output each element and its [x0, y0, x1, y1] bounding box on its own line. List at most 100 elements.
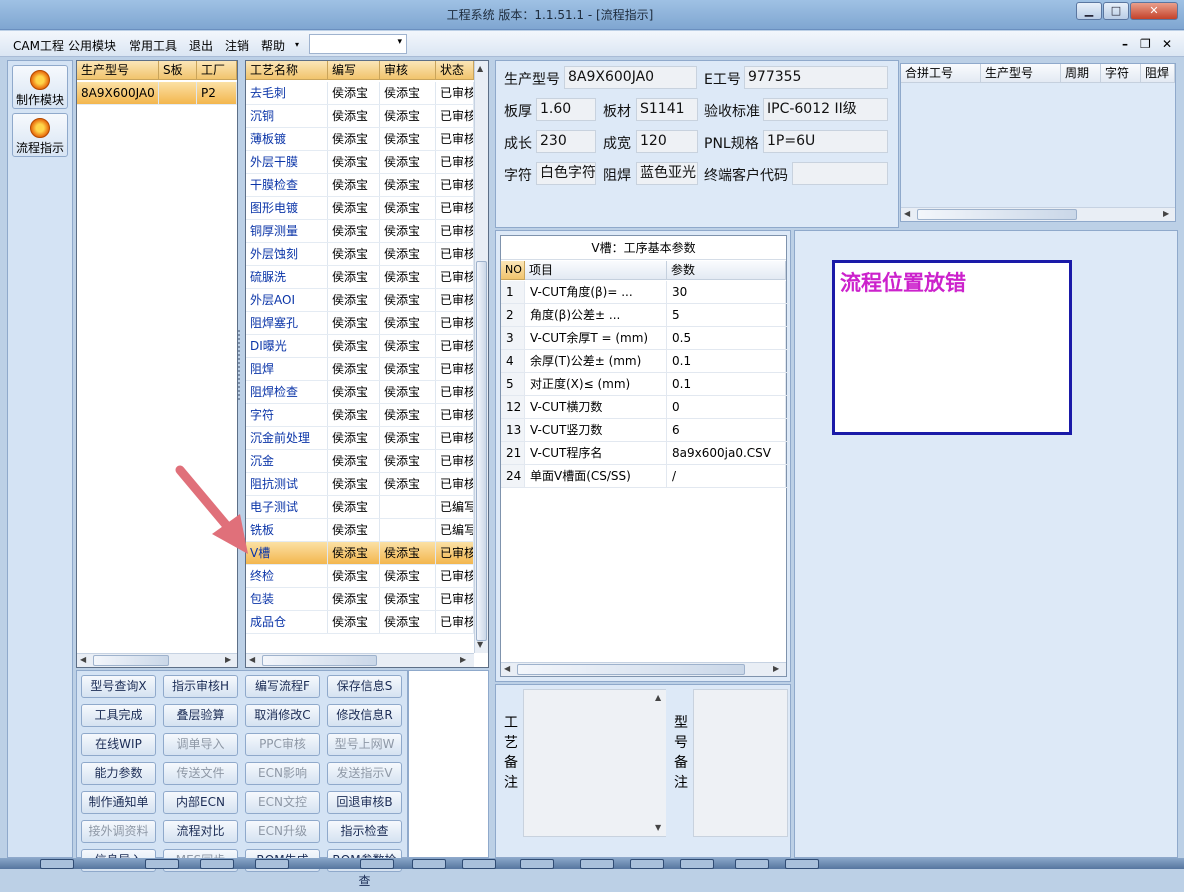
action-button[interactable]: 工具完成 — [81, 704, 156, 727]
column-header[interactable]: 阻焊 — [1141, 64, 1175, 83]
table-row[interactable]: 沉金 侯添宝 侯添宝 已审核 — [246, 450, 474, 473]
action-button[interactable]: 叠层验算 — [163, 704, 238, 727]
menu-common-modules[interactable]: 公用模块 — [68, 37, 116, 54]
action-button[interactable]: 指示审核H — [163, 675, 238, 698]
table-row[interactable]: 1 V-CUT角度(β)= ... 30 — [501, 281, 788, 304]
table-row[interactable]: 电子测试 侯添宝 已编写 — [246, 496, 474, 519]
column-header[interactable]: 状态 — [436, 61, 474, 80]
length-field[interactable]: 230 — [536, 130, 596, 153]
menu-exit[interactable]: 退出 — [189, 37, 213, 54]
action-button[interactable]: ECN文控 — [245, 791, 320, 814]
action-button[interactable]: 回退审核B — [327, 791, 402, 814]
taskbar-item[interactable] — [520, 859, 554, 869]
taskbar-item[interactable] — [360, 859, 394, 869]
table-row[interactable]: 阻抗测试 侯添宝 侯添宝 已审核 — [246, 473, 474, 496]
action-button[interactable]: PPC审核 — [245, 733, 320, 756]
table-row[interactable]: 图形电镀 侯添宝 侯添宝 已审核 — [246, 197, 474, 220]
table-row[interactable]: 沉金前处理 侯添宝 侯添宝 已审核 — [246, 427, 474, 450]
menu-cam[interactable]: CAM工程 — [13, 37, 64, 54]
taskbar-item[interactable] — [580, 859, 614, 869]
table-row[interactable]: 外层AOI 侯添宝 侯添宝 已审核 — [246, 289, 474, 312]
column-header[interactable]: 工艺名称 — [246, 61, 328, 80]
column-header[interactable]: 工厂 — [197, 61, 237, 80]
taskbar-item[interactable] — [145, 859, 179, 869]
action-button[interactable]: 编写流程F — [245, 675, 320, 698]
action-button[interactable]: 调单导入 — [163, 733, 238, 756]
action-button[interactable]: 内部ECN — [163, 791, 238, 814]
vertical-scrollbar[interactable]: ▲ ▼ — [474, 61, 488, 653]
mdi-minimize-button[interactable]: – — [1122, 37, 1128, 51]
action-button[interactable]: 型号上网W — [327, 733, 402, 756]
pnl-field[interactable]: 1P=6U — [763, 130, 888, 153]
horizontal-scrollbar[interactable]: ◀ ▶ — [246, 653, 474, 667]
material-field[interactable]: S1141 — [636, 98, 698, 121]
action-button[interactable]: 制作通知单 — [81, 791, 156, 814]
taskbar-item[interactable] — [40, 859, 74, 869]
taskbar-item[interactable] — [255, 859, 289, 869]
column-header[interactable]: 字符 — [1101, 64, 1141, 83]
action-button[interactable]: 保存信息S — [327, 675, 402, 698]
solder-mask-field[interactable]: 蓝色亚光 — [636, 162, 698, 185]
width-field[interactable]: 120 — [636, 130, 698, 153]
table-row[interactable]: 阻焊 侯添宝 侯添宝 已审核 — [246, 358, 474, 381]
table-row[interactable]: 13 V-CUT竖刀数 6 — [501, 419, 788, 442]
table-row[interactable]: 干膜检查 侯添宝 侯添宝 已审核 — [246, 174, 474, 197]
scroll-up-icon[interactable]: ▲ — [477, 63, 483, 75]
taskbar-item[interactable] — [462, 859, 496, 869]
taskbar-item[interactable] — [785, 859, 819, 869]
action-button[interactable]: 能力参数 — [81, 762, 156, 785]
table-row[interactable]: 成品仓 侯添宝 侯添宝 已审核 — [246, 611, 474, 634]
horizontal-scrollbar[interactable]: ◀ ▶ — [901, 207, 1175, 221]
mdi-restore-button[interactable]: ❐ — [1140, 37, 1151, 51]
scroll-down-icon[interactable]: ▼ — [477, 639, 483, 651]
table-row[interactable]: 5 对正度(X)≤ (mm) 0.1 — [501, 373, 788, 396]
table-row[interactable]: 3 V-CUT余厚T = (mm) 0.5 — [501, 327, 788, 350]
action-button[interactable]: 型号查询X — [81, 675, 156, 698]
table-row[interactable]: 外层蚀刻 侯添宝 侯添宝 已审核 — [246, 243, 474, 266]
action-button[interactable]: 发送指示V — [327, 762, 402, 785]
close-button[interactable]: ✕ — [1130, 2, 1178, 20]
column-header[interactable]: 项目 — [525, 261, 667, 280]
standard-field[interactable]: IPC-6012 II级 — [763, 98, 888, 121]
table-row[interactable]: 终检 侯添宝 侯添宝 已审核 — [246, 565, 474, 588]
scroll-thumb[interactable] — [262, 655, 377, 666]
scroll-left-icon[interactable]: ◀ — [80, 654, 86, 666]
table-row[interactable]: 24 单面V槽面(CS/SS) / — [501, 465, 788, 488]
menu-dropdown[interactable]: ▾ — [309, 34, 407, 54]
vertical-scrollbar[interactable]: ▲ ▼ — [652, 690, 666, 836]
horizontal-scrollbar[interactable]: ◀ ▶ — [77, 653, 237, 667]
table-row[interactable]: 4 余厚(T)公差± (mm) 0.1 — [501, 350, 788, 373]
table-row[interactable]: 字符 侯添宝 侯添宝 已审核 — [246, 404, 474, 427]
column-header[interactable]: S板 — [159, 61, 197, 80]
taskbar-item[interactable] — [680, 859, 714, 869]
column-header[interactable]: NO — [501, 261, 525, 280]
mdi-close-button[interactable]: ✕ — [1162, 37, 1172, 51]
taskbar-item[interactable] — [735, 859, 769, 869]
taskbar-item[interactable] — [412, 859, 446, 869]
customer-code-field[interactable] — [792, 162, 888, 185]
table-row[interactable]: DI曝光 侯添宝 侯添宝 已审核 — [246, 335, 474, 358]
scroll-right-icon[interactable]: ▶ — [1163, 208, 1169, 220]
table-row[interactable]: 外层干膜 侯添宝 侯添宝 已审核 — [246, 151, 474, 174]
scroll-left-icon[interactable]: ◀ — [249, 654, 255, 666]
table-row[interactable]: 12 V-CUT横刀数 0 — [501, 396, 788, 419]
scroll-right-icon[interactable]: ▶ — [460, 654, 466, 666]
scroll-thumb[interactable] — [517, 664, 745, 675]
table-row[interactable]: V槽 侯添宝 侯添宝 已审核 — [246, 542, 474, 565]
sidebar-item-make-module[interactable]: 制作模块 — [12, 65, 68, 109]
scroll-thumb[interactable] — [476, 261, 487, 641]
table-row[interactable]: 铜厚测量 侯添宝 侯添宝 已审核 — [246, 220, 474, 243]
e-number-field[interactable]: 977355 — [744, 66, 888, 89]
table-row[interactable]: 21 V-CUT程序名 8a9x600ja0.CSV — [501, 442, 788, 465]
column-header[interactable]: 生产型号 — [981, 64, 1061, 83]
sidebar-item-flow-guide[interactable]: 流程指示 — [12, 113, 68, 157]
table-row[interactable]: 铣板 侯添宝 已编写 — [246, 519, 474, 542]
column-header[interactable]: 生产型号 — [77, 61, 159, 80]
table-row[interactable]: 薄板镀 侯添宝 侯添宝 已审核 — [246, 128, 474, 151]
scroll-right-icon[interactable]: ▶ — [225, 654, 231, 666]
action-button[interactable]: 在线WIP — [81, 733, 156, 756]
scroll-left-icon[interactable]: ◀ — [504, 663, 510, 675]
maximize-button[interactable]: □ — [1103, 2, 1129, 20]
menu-help[interactable]: 帮助 — [261, 37, 285, 54]
table-row[interactable]: 8A9X600JA0 P2 — [77, 82, 237, 105]
